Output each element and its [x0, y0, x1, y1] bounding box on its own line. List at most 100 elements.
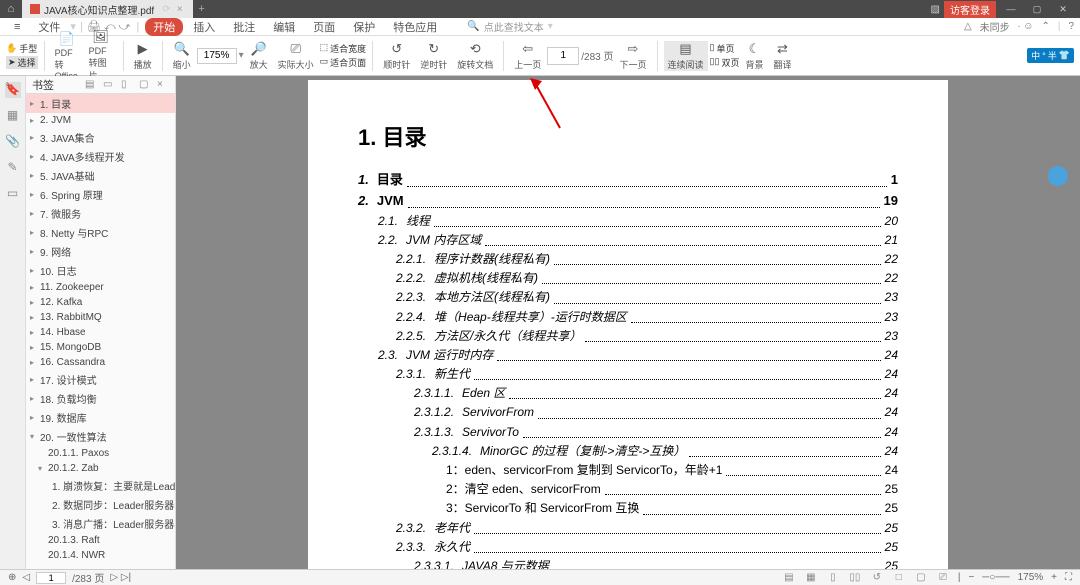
menu-insert[interactable]: 插入	[185, 19, 223, 35]
toc-entry: 2.2.1.程序计数器(线程私有)22	[358, 250, 898, 269]
view-mode-icon[interactable]: ▤	[782, 572, 796, 583]
sync-icon[interactable]: △	[964, 21, 972, 32]
bm-header-icon[interactable]: ▤	[85, 79, 97, 90]
layers-panel-icon[interactable]: ▭	[5, 186, 21, 202]
bookmark-item[interactable]: 20.1.1. Paxos	[26, 446, 175, 461]
login-button[interactable]: 访客登录	[944, 1, 996, 18]
actual-size-button[interactable]: ⎚实际大小	[274, 41, 318, 71]
bookmark-item[interactable]: ▸2. JVM	[26, 113, 175, 128]
zoom-input[interactable]	[197, 48, 237, 64]
bookmark-item[interactable]: 3. 消息广播：Leader服务器将数…	[26, 514, 175, 533]
search-icon: 🔍	[467, 21, 479, 32]
bookmark-item[interactable]: ▸17. 设计模式	[26, 370, 175, 389]
bookmark-item[interactable]: ▸15. MongoDB	[26, 340, 175, 355]
bookmark-item[interactable]: ▸9. 网络	[26, 242, 175, 261]
menu-special[interactable]: 特色应用	[385, 19, 445, 35]
translate-button[interactable]: ⇄翻译	[769, 41, 795, 71]
toc-entry: 2.2.5.方法区/永久代（线程共享）23	[358, 327, 898, 346]
bookmark-panel-icon[interactable]: 🔖	[5, 82, 21, 98]
toolbar: ✋手型 ➤选择 📄PDF转Office 🖼PDF转图片 ▶播放 🔍缩小 ▾ 🔎放…	[0, 36, 1080, 76]
bookmark-item[interactable]: ▾20.1.2. Zab	[26, 461, 175, 476]
bookmark-item[interactable]: ▸11. Zookeeper	[26, 280, 175, 295]
bookmark-item[interactable]: ▸12. Kafka	[26, 295, 175, 310]
file-tab[interactable]: JAVA核心知识点整理.pdf ⟳ ×	[22, 0, 193, 18]
prev-page-button[interactable]: ⇦上一页	[510, 41, 545, 71]
bookmark-item[interactable]: ▸6. Spring 原理	[26, 185, 175, 204]
document-viewport[interactable]: 1. 目录 1.目录12.JVM192.1.线程202.2.JVM 内存区域21…	[176, 76, 1080, 569]
status-zoom-out[interactable]: −	[968, 572, 974, 583]
bookmark-item[interactable]: ▸8. Netty 与RPC	[26, 223, 175, 242]
toc-entry: 2.3.3.1.JAVA8 与元数据25	[358, 557, 898, 569]
home-tab[interactable]: ⌂	[0, 0, 22, 18]
zoom-out-button[interactable]: 🔍缩小	[169, 41, 195, 71]
toc-entry: 2.2.3.本地方法区(线程私有)23	[358, 288, 898, 307]
status-zoom-in[interactable]: +	[1051, 572, 1057, 583]
bookmark-item[interactable]: ▸14. Hbase	[26, 325, 175, 340]
bookmarks-panel: 书签 ▤ ▭ ▯ ▢ × ▸1. 目录▸2. JVM▸3. JAVA集合▸4. …	[26, 76, 176, 569]
bookmark-item[interactable]: 2. 数据同步：Leader服务器与其…	[26, 495, 175, 514]
search-box[interactable]: 🔍 点此查找文本 ▾	[467, 19, 552, 34]
bookmarks-title: 书签	[32, 77, 79, 93]
bookmark-item[interactable]: ▸16. Cassandra	[26, 355, 175, 370]
toc-entry: 2.2.2.虚拟机栈(线程私有)22	[358, 269, 898, 288]
page-input[interactable]	[547, 47, 579, 65]
floating-action-button[interactable]	[1048, 166, 1068, 186]
menu-bar: ≡ 文件 ▾ | 🖨 ⤺ ⤻ | 开始 插入 批注 编辑 页面 保护 特色应用 …	[0, 18, 1080, 36]
comment-panel-icon[interactable]: ✎	[5, 160, 21, 176]
bookmark-item[interactable]: ▸5. JAVA基础	[26, 166, 175, 185]
bookmark-item[interactable]: ▸4. JAVA多线程开发	[26, 147, 175, 166]
bookmark-item[interactable]: ▸10. 日志	[26, 261, 175, 280]
bookmark-item[interactable]: ▾20. 一致性算法	[26, 427, 175, 446]
select-tool[interactable]: 选择	[18, 56, 36, 69]
bookmark-item[interactable]: ▸18. 负载均衡	[26, 389, 175, 408]
continuous-read-button[interactable]: ▤连续阅读	[664, 41, 708, 71]
page-total-label: /283 页	[581, 48, 613, 63]
bookmark-item[interactable]: ▸13. RabbitMQ	[26, 310, 175, 325]
pdf-page: 1. 目录 1.目录12.JVM192.1.线程202.2.JVM 内存区域21…	[308, 80, 948, 569]
pdf-to-office-button[interactable]: 📄PDF转Office	[51, 31, 83, 81]
menu-start[interactable]: 开始	[145, 18, 183, 36]
close-tab-icon[interactable]: ×	[175, 4, 185, 14]
menu-protect[interactable]: 保护	[345, 19, 383, 35]
bookmark-item[interactable]: ▸3. JAVA集合	[26, 128, 175, 147]
rotate-cw-button[interactable]: ↻逆时针	[416, 41, 451, 71]
status-nav-icon[interactable]: ⊕	[8, 572, 16, 583]
bookmark-item[interactable]: 20.1.3. Raft	[26, 533, 175, 548]
menu-annotate[interactable]: 批注	[225, 19, 263, 35]
close-icon[interactable]: ✕	[1052, 0, 1074, 18]
bookmark-item[interactable]: 1. 崩溃恢复：主要就是Leader选…	[26, 476, 175, 495]
menu-page[interactable]: 页面	[305, 19, 343, 35]
fit-width-button[interactable]: 适合宽度	[330, 42, 366, 55]
minimize-icon[interactable]: —	[1000, 0, 1022, 18]
next-page-button[interactable]: ⇨下一页	[616, 41, 651, 71]
bookmark-item[interactable]: ▸7. 微服务	[26, 204, 175, 223]
rotate-ccw-button[interactable]: ↺顺时针	[379, 41, 414, 71]
close-panel-icon[interactable]: ×	[157, 79, 169, 90]
attachment-panel-icon[interactable]: 📎	[5, 134, 21, 150]
add-tab-button[interactable]: +	[193, 3, 211, 15]
bookmark-item[interactable]: ▸1. 目录	[26, 94, 175, 113]
ime-badge[interactable]: 中°半👕	[1027, 48, 1074, 63]
thumbnail-panel-icon[interactable]: ▦	[5, 108, 21, 124]
toc-entry: 2.2.JVM 内存区域21	[358, 231, 898, 250]
bookmark-item[interactable]: 20.1.4. NWR	[26, 548, 175, 563]
zoom-in-button[interactable]: 🔎放大	[246, 41, 272, 71]
menu-hamburger[interactable]: ≡	[6, 21, 28, 33]
background-button[interactable]: ☾背景	[741, 41, 767, 71]
bookmark-item[interactable]: ▸19. 数据库	[26, 408, 175, 427]
chevron-up-icon[interactable]: ⌃	[1041, 21, 1049, 32]
single-page-button[interactable]: 单页	[716, 42, 734, 55]
fullscreen-icon[interactable]: ⛶	[1065, 572, 1072, 583]
play-button[interactable]: ▶播放	[130, 41, 156, 71]
maximize-icon[interactable]: ▢	[1026, 0, 1048, 18]
menu-edit[interactable]: 编辑	[265, 19, 303, 35]
toc-entry: 1：eden、servicorFrom 复制到 ServicorTo，年龄+12…	[358, 461, 898, 480]
status-page-input[interactable]	[36, 572, 66, 584]
double-page-button[interactable]: 双页	[721, 56, 739, 69]
rotate-doc-button[interactable]: ⟲旋转文档	[453, 41, 497, 71]
fit-page-button[interactable]: 适合页面	[330, 56, 366, 69]
pdf-to-image-button[interactable]: 🖼PDF转图片	[85, 29, 117, 82]
toc-entry: 2.3.2.老年代25	[358, 519, 898, 538]
hand-tool[interactable]: 手型	[19, 42, 37, 55]
toc-entry: 2：清空 eden、servicorFrom25	[358, 480, 898, 499]
